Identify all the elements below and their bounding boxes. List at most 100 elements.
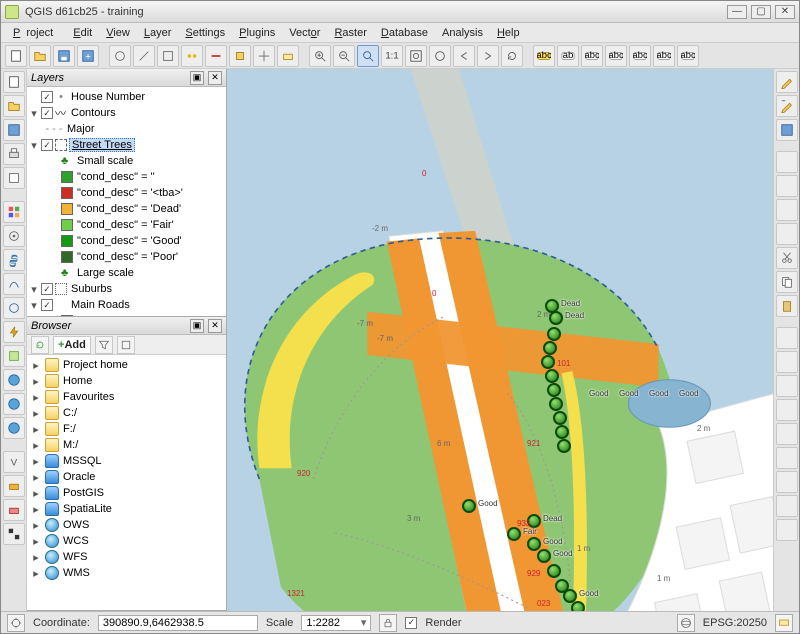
- menu-project[interactable]: Project: [7, 25, 65, 41]
- globe-button[interactable]: [3, 393, 25, 415]
- tree-point[interactable]: [537, 549, 551, 563]
- toolbar-button[interactable]: [3, 499, 25, 521]
- zoom-next-button[interactable]: [477, 45, 499, 67]
- label-button[interactable]: abc: [581, 45, 603, 67]
- lightning-button[interactable]: [3, 321, 25, 343]
- menu-analysis[interactable]: Analysis: [436, 25, 489, 41]
- add-layer-button[interactable]: + Add: [53, 336, 91, 354]
- zoom-in-button[interactable]: [309, 45, 331, 67]
- browser-item[interactable]: ▸Favourites: [27, 389, 226, 405]
- browser-item[interactable]: ▸WMS: [27, 565, 226, 581]
- menu-vector[interactable]: Vector: [283, 25, 326, 41]
- layer-rule[interactable]: Large scale: [75, 267, 136, 279]
- browser-item[interactable]: ▸C:/: [27, 405, 226, 421]
- render-checkbox[interactable]: ✓: [405, 617, 417, 629]
- toolbar-button[interactable]: [776, 351, 798, 373]
- layer-rule[interactable]: "cond_desc" = '': [75, 171, 157, 183]
- layer-rule[interactable]: "cond_desc" = 'Dead': [75, 203, 183, 215]
- coordinate-field[interactable]: 390890.9,6462938.5: [98, 615, 258, 631]
- label-button[interactable]: abc: [653, 45, 675, 67]
- filter-button[interactable]: [95, 336, 113, 354]
- layer-item[interactable]: Suburbs: [69, 283, 114, 295]
- scale-field[interactable]: 1:2282▾: [301, 615, 371, 631]
- tree-point[interactable]: [507, 527, 521, 541]
- minimize-button[interactable]: —: [727, 5, 747, 19]
- browser-item[interactable]: ▸M:/: [27, 437, 226, 453]
- tree-point[interactable]: [549, 397, 563, 411]
- toolbar-button[interactable]: [181, 45, 203, 67]
- label-button[interactable]: ab: [557, 45, 579, 67]
- layer-rule[interactable]: "cond_desc" = 'Fair': [75, 219, 176, 231]
- menu-settings[interactable]: Settings: [179, 25, 231, 41]
- tree-point[interactable]: [543, 341, 557, 355]
- toolbar-button[interactable]: [776, 199, 798, 221]
- zoom-selection-button[interactable]: [357, 45, 379, 67]
- gps-button[interactable]: [3, 225, 25, 247]
- save-button[interactable]: [53, 45, 75, 67]
- menu-plugins[interactable]: Plugins: [233, 25, 281, 41]
- tree-point[interactable]: [549, 311, 563, 325]
- layer-item-selected[interactable]: Street Trees: [69, 138, 135, 152]
- save-disk-button[interactable]: [3, 119, 25, 141]
- toolbar-button[interactable]: [776, 519, 798, 541]
- zoom-layer-button[interactable]: [429, 45, 451, 67]
- tree-point[interactable]: [553, 411, 567, 425]
- toolbar-button[interactable]: [776, 495, 798, 517]
- raster-calc-button[interactable]: [3, 201, 25, 223]
- toolbar-button[interactable]: [776, 423, 798, 445]
- tree-point[interactable]: [462, 499, 476, 513]
- toolbar-button[interactable]: [776, 327, 798, 349]
- tree-point[interactable]: [547, 383, 561, 397]
- browser-item[interactable]: ▸OWS: [27, 517, 226, 533]
- tree-point[interactable]: [541, 355, 555, 369]
- menu-layer[interactable]: Layer: [138, 25, 178, 41]
- tree-point[interactable]: [547, 564, 561, 578]
- tree-point[interactable]: [545, 369, 559, 383]
- browser-item[interactable]: ▸F:/: [27, 421, 226, 437]
- vector-tool-button[interactable]: V: [3, 451, 25, 473]
- tree-point[interactable]: [547, 327, 561, 341]
- zoom-out-button[interactable]: [333, 45, 355, 67]
- toolbar-button[interactable]: [3, 297, 25, 319]
- toolbar-button[interactable]: [109, 45, 131, 67]
- toolbar-button[interactable]: [205, 45, 227, 67]
- label-button[interactable]: abc: [677, 45, 699, 67]
- tree-point[interactable]: [527, 537, 541, 551]
- python-button[interactable]: [3, 249, 25, 271]
- layer-rule[interactable]: "cond_desc" = '<tba>': [75, 187, 185, 199]
- toggle-extents-button[interactable]: [7, 614, 25, 632]
- browser-item[interactable]: ▸WCS: [27, 533, 226, 549]
- refresh-browser-button[interactable]: [31, 336, 49, 354]
- copy-button[interactable]: [776, 271, 798, 293]
- toolbar-button[interactable]: [776, 175, 798, 197]
- zoom-last-button[interactable]: [453, 45, 475, 67]
- layer-rule[interactable]: "cond_desc" = 'Good': [75, 235, 184, 247]
- new-file-button[interactable]: [3, 71, 25, 93]
- undock-button[interactable]: ▣: [190, 71, 204, 85]
- toolbar-button[interactable]: [277, 45, 299, 67]
- layer-rule[interactable]: Highways: [75, 315, 127, 316]
- refresh-button[interactable]: [501, 45, 523, 67]
- toolbar-button[interactable]: [3, 523, 25, 545]
- composer-button[interactable]: [3, 167, 25, 189]
- layer-item[interactable]: House Number: [69, 91, 147, 103]
- toolbar-button[interactable]: [253, 45, 275, 67]
- vector-add-button[interactable]: [3, 273, 25, 295]
- browser-item[interactable]: ▸Oracle: [27, 469, 226, 485]
- menu-help[interactable]: Help: [491, 25, 526, 41]
- open-project-button[interactable]: [29, 45, 51, 67]
- edit-group-button[interactable]: [776, 95, 798, 117]
- globe-button[interactable]: [3, 417, 25, 439]
- toolbar-button[interactable]: [157, 45, 179, 67]
- toolbar-button[interactable]: [229, 45, 251, 67]
- browser-item[interactable]: ▸SpatiaLite: [27, 501, 226, 517]
- browser-item[interactable]: ▸WFS: [27, 549, 226, 565]
- tree-point[interactable]: [555, 425, 569, 439]
- zoom-native-button[interactable]: 1:1: [381, 45, 403, 67]
- globe-button[interactable]: [3, 369, 25, 391]
- tree-point[interactable]: [571, 601, 585, 611]
- undock-button[interactable]: ▣: [190, 319, 204, 333]
- toolbar-button[interactable]: [776, 471, 798, 493]
- toolbar-button[interactable]: [3, 345, 25, 367]
- zoom-full-button[interactable]: [405, 45, 427, 67]
